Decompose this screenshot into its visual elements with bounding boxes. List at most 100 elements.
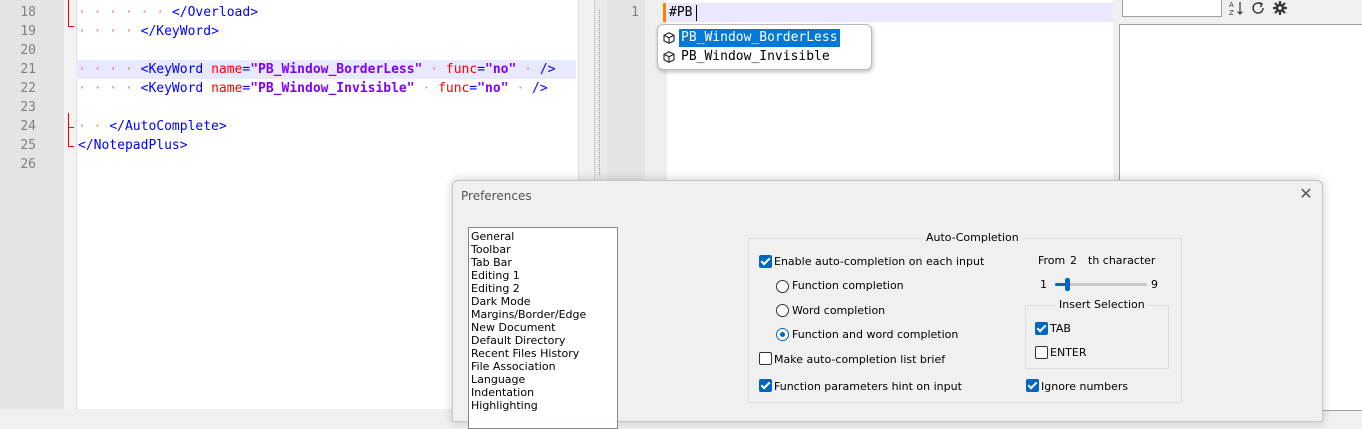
category-item[interactable]: Tab Bar: [471, 256, 512, 269]
word-completion-radio[interactable]: [776, 304, 789, 317]
category-item[interactable]: Default Directory: [471, 334, 565, 347]
whitespace-indicator: · · · ·: [78, 62, 141, 77]
category-item[interactable]: Toolbar: [471, 243, 511, 256]
code-line[interactable]: · · · · </KeyWord>: [78, 22, 219, 41]
from-slider-thumb[interactable]: [1065, 278, 1070, 291]
category-item[interactable]: Dark Mode: [471, 295, 531, 308]
sort-az-icon[interactable]: AZ: [1228, 0, 1244, 17]
line-number: 20: [20, 43, 36, 58]
enable-autocompletion-checkbox[interactable]: [759, 255, 772, 268]
insert-tab-label: TAB: [1050, 322, 1071, 335]
panel-search-input[interactable]: [1122, 0, 1222, 17]
current-line-highlight: [667, 3, 1113, 22]
code-tag: </NotepadPlus>: [78, 138, 188, 153]
ignore-numbers-label: Ignore numbers: [1041, 380, 1129, 393]
whitespace-indicator: ·: [422, 62, 446, 77]
editor-splitter[interactable]: [594, 0, 608, 180]
code-line[interactable]: · · · · <KeyWord name="PB_Window_Invisib…: [78, 79, 548, 98]
category-item[interactable]: General: [471, 230, 514, 243]
whitespace-indicator: · ·: [78, 119, 110, 134]
code-tag: </Overload>: [171, 5, 259, 20]
preferences-dialog[interactable]: Preferences ✕ General Toolbar Tab Bar Editi…: [452, 180, 1323, 429]
whitespace-indicator: · · · · · ·: [78, 5, 172, 20]
category-item[interactable]: Editing 2: [471, 282, 520, 295]
gear-icon[interactable]: [1272, 0, 1288, 16]
fold-guide: [68, 113, 69, 127]
refresh-icon[interactable]: [1250, 0, 1266, 16]
from-value[interactable]: 2: [1070, 254, 1077, 267]
category-item[interactable]: File Association: [471, 360, 556, 373]
param-hint-checkbox[interactable]: [759, 379, 772, 392]
code-tag: =: [477, 62, 486, 77]
code-str: "no": [477, 81, 509, 96]
function-completion-radio[interactable]: [776, 280, 789, 293]
insert-tab-checkbox[interactable]: [1035, 322, 1048, 335]
code-line[interactable]: · · </AutoComplete>: [78, 117, 227, 136]
line-number: 23: [20, 100, 36, 115]
line-number: 1: [631, 5, 639, 20]
code-tag: />: [539, 62, 556, 77]
autocomplete-item-label: PB_Window_Invisible: [681, 49, 830, 64]
code-str: "PB_Window_BorderLess": [250, 62, 423, 77]
code-line[interactable]: · · · · <KeyWord name = "PB_Window_BorderL…: [78, 60, 555, 79]
whitespace-indicator: ·: [508, 81, 533, 96]
cube-icon: [663, 51, 675, 63]
code-line[interactable]: </NotepadPlus>: [78, 136, 188, 155]
category-item[interactable]: Language: [471, 373, 525, 386]
left-vertical-scrollbar[interactable]: [578, 0, 595, 180]
word-completion-label: Word completion: [792, 304, 886, 317]
right-line-number-gutter: [607, 0, 645, 180]
brief-list-label: Make auto-completion list brief: [774, 353, 946, 366]
ignore-numbers-checkbox[interactable]: [1026, 379, 1039, 392]
line-number: 22: [20, 81, 36, 96]
fold-guide: [68, 0, 69, 26]
autocomplete-item-label: PB_Window_BorderLess: [679, 29, 840, 47]
line-number: 18: [20, 5, 36, 20]
function-completion-label: Function completion: [792, 279, 904, 292]
slider-max-label: 9: [1151, 278, 1158, 291]
category-item[interactable]: New Document: [471, 321, 555, 334]
code-attr: name: [211, 81, 243, 96]
category-item[interactable]: Editing 1: [471, 269, 520, 282]
autocomplete-popup[interactable]: PB_Window_BorderLess PB_Window_Invisible: [657, 24, 872, 70]
close-icon[interactable]: ✕: [1298, 186, 1314, 202]
line-number: 21: [20, 62, 36, 77]
category-item[interactable]: Highlighting: [471, 399, 538, 412]
th-character-label: th character: [1088, 254, 1156, 267]
category-item[interactable]: Indentation: [471, 386, 534, 399]
category-list[interactable]: General Toolbar Tab Bar Editing 1 Editing 2D…: [468, 227, 618, 429]
autocomplete-item[interactable]: PB_Window_Invisible: [661, 48, 867, 66]
code-tag: />: [532, 81, 548, 96]
fold-guide-tick: [68, 26, 74, 27]
category-item[interactable]: Margins/Border/Edge: [471, 308, 586, 321]
code-attr: func: [445, 62, 478, 77]
whitespace-indicator: ·: [414, 81, 439, 96]
whitespace-indicator: · · · ·: [78, 24, 141, 39]
brief-list-checkbox[interactable]: [759, 352, 772, 365]
text-caret: [696, 5, 697, 21]
fold-guide-tick: [68, 146, 74, 147]
from-label: From: [1038, 254, 1066, 267]
function-word-completion-radio[interactable]: [776, 328, 789, 341]
line-number: 26: [20, 157, 36, 172]
function-word-completion-label: Function and word completion: [792, 328, 959, 341]
group-title: Auto-Completion: [923, 231, 1022, 244]
code-line[interactable]: · · · · · · </Overload>: [78, 3, 258, 22]
category-item[interactable]: Recent Files History: [471, 347, 579, 360]
whitespace-indicator: · · · ·: [78, 81, 141, 96]
editor-text[interactable]: #PB: [669, 3, 692, 22]
line-number: 19: [20, 24, 36, 39]
svg-text:A: A: [1229, 1, 1234, 9]
group-title: Insert Selection: [1056, 298, 1148, 311]
dialog-title: Preferences: [461, 189, 532, 203]
cube-icon: [663, 32, 675, 44]
enable-autocompletion-label: Enable auto-completion on each input: [774, 255, 985, 268]
change-marker: [663, 3, 666, 22]
fold-guide: [68, 127, 69, 146]
param-hint-label: Function parameters hint on input: [774, 380, 962, 393]
svg-text:Z: Z: [1229, 9, 1234, 16]
code-str: "PB_Window_Invisible": [250, 81, 415, 96]
autocomplete-item[interactable]: PB_Window_BorderLess: [661, 29, 867, 47]
insert-enter-label: ENTER: [1050, 346, 1087, 359]
insert-enter-checkbox[interactable]: [1035, 346, 1048, 359]
